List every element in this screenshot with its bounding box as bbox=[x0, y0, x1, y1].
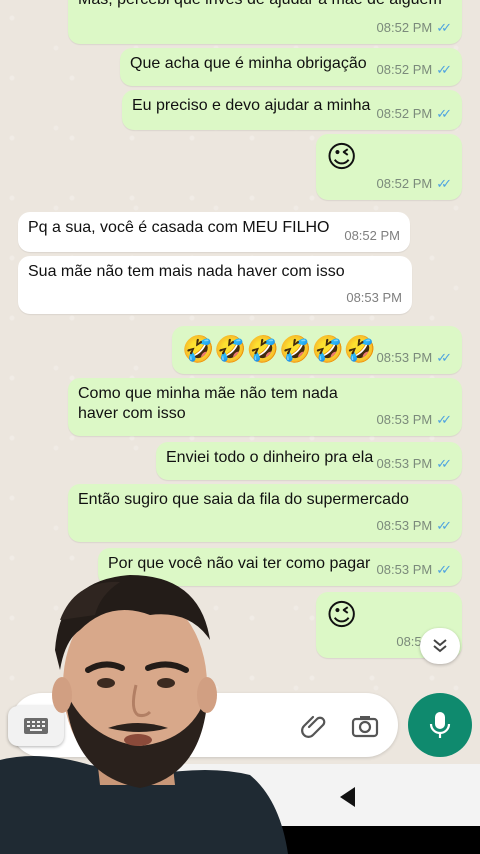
message-meta: 08:52 PM ✓✓ bbox=[377, 174, 452, 194]
read-ticks-icon: ✓✓ bbox=[436, 562, 452, 577]
attach-button[interactable] bbox=[298, 710, 330, 742]
message-bubble[interactable]: 😉 08:52 PM ✓✓ bbox=[316, 134, 462, 200]
message-time: 08:52 PM bbox=[376, 106, 433, 121]
message-meta: 08:53 PM ✓✓ bbox=[377, 348, 452, 368]
message-text: Mas, percebi que inves de ajudar a mãe d… bbox=[78, 0, 452, 10]
message-bubble[interactable]: Pq a sua, você é casada com MEU FILHO 08… bbox=[18, 212, 410, 252]
back-button[interactable] bbox=[334, 782, 362, 812]
message-text: Então sugiro que saia da fila do superme… bbox=[78, 491, 409, 508]
message-time: 08:52 PM bbox=[376, 176, 433, 191]
message-meta: 08:53 PM ✓✓ bbox=[377, 454, 452, 474]
back-triangle-icon bbox=[340, 787, 355, 807]
message-text: Como que minha mãe não tem nada haver co… bbox=[78, 385, 338, 422]
message-time: 08:53 PM bbox=[376, 412, 433, 427]
message-time: 08:53 PM bbox=[376, 350, 433, 365]
message-meta: 08:52 PM bbox=[344, 226, 400, 246]
message-time: 08:52 PM bbox=[376, 62, 433, 77]
read-ticks-icon: ✓✓ bbox=[436, 62, 452, 77]
read-ticks-icon: ✓✓ bbox=[436, 106, 452, 121]
scroll-to-bottom-button[interactable] bbox=[420, 628, 460, 664]
creator-video-overlay bbox=[0, 575, 288, 854]
read-ticks-icon: ✓✓ bbox=[436, 176, 452, 191]
message-time: 08:53 PM bbox=[376, 456, 433, 471]
message-meta: 08:53 PM ✓✓ bbox=[377, 410, 452, 430]
message-bubble[interactable]: Como que minha mãe não tem nada haver co… bbox=[68, 378, 462, 436]
message-bubble[interactable]: Que acha que é minha obrigação 08:52 PM … bbox=[120, 48, 462, 86]
message-time: 08:53 PM bbox=[346, 290, 402, 305]
message-time: 08:52 PM bbox=[376, 20, 433, 35]
message-meta: 08:53 PM bbox=[346, 288, 402, 308]
microphone-icon bbox=[429, 712, 451, 738]
read-ticks-icon: ✓✓ bbox=[436, 518, 452, 533]
message-meta: 08:53 PM ✓✓ bbox=[377, 516, 452, 536]
read-ticks-icon: ✓✓ bbox=[436, 20, 452, 35]
message-time: 08:53 PM bbox=[376, 518, 433, 533]
message-bubble[interactable]: Mas, percebi que inves de ajudar a mãe d… bbox=[68, 0, 462, 44]
camera-icon bbox=[351, 716, 379, 738]
message-bubble[interactable]: Enviei todo o dinheiro pra ela 08:53 PM … bbox=[156, 442, 462, 480]
message-bubble[interactable]: Sua mãe não tem mais nada haver com isso… bbox=[18, 256, 412, 314]
message-meta: 08:52 PM ✓✓ bbox=[377, 18, 452, 38]
message-bubble[interactable]: Eu preciso e devo ajudar a minha 08:52 P… bbox=[122, 90, 462, 130]
read-ticks-icon: ✓✓ bbox=[436, 412, 452, 427]
message-emoji: 😉 bbox=[326, 141, 358, 174]
message-text: Sua mãe não tem mais nada haver com isso bbox=[28, 263, 345, 280]
microphone-button[interactable] bbox=[408, 693, 472, 757]
message-meta: 08:52 PM ✓✓ bbox=[377, 104, 452, 124]
message-time: 08:53 PM bbox=[376, 562, 433, 577]
message-bubble[interactable]: Então sugiro que saia da fila do superme… bbox=[68, 484, 462, 542]
message-time: 08:52 PM bbox=[344, 228, 400, 243]
message-meta: 08:53 PM ✓✓ bbox=[377, 560, 452, 580]
message-meta: 08:52 PM ✓✓ bbox=[377, 60, 452, 80]
chevron-double-down-icon bbox=[433, 639, 447, 653]
read-ticks-icon: ✓✓ bbox=[436, 456, 452, 471]
camera-button[interactable] bbox=[348, 710, 382, 742]
message-bubble[interactable]: 🤣🤣🤣🤣🤣🤣 08:53 PM ✓✓ bbox=[172, 326, 462, 374]
paperclip-icon bbox=[301, 715, 326, 738]
read-ticks-icon: ✓✓ bbox=[436, 350, 452, 365]
